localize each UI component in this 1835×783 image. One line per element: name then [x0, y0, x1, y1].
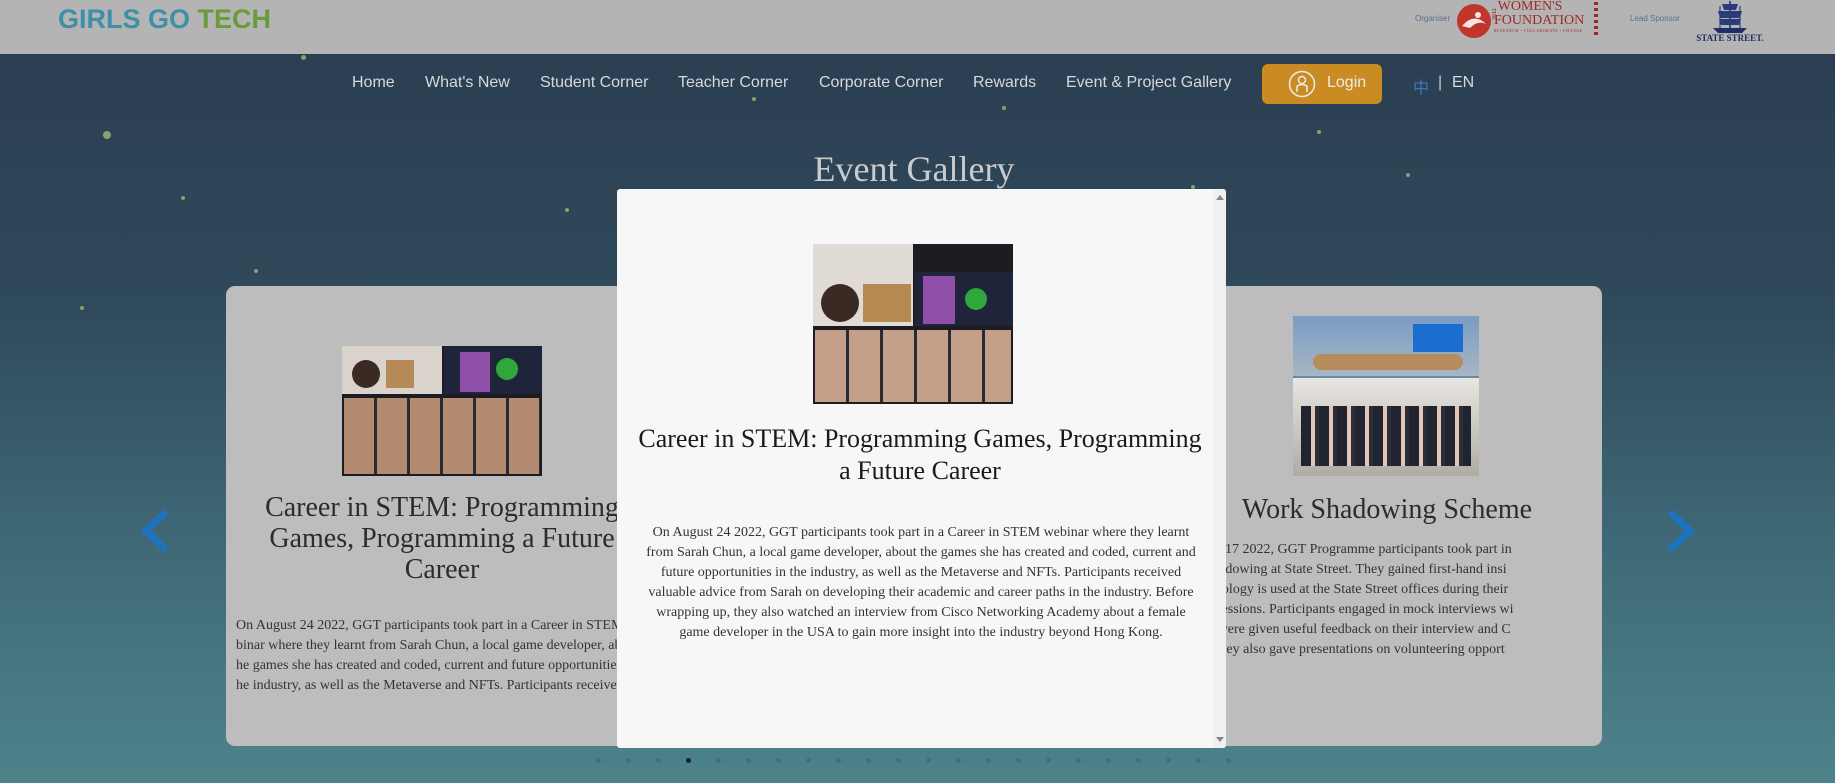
scroll-down-arrow-icon[interactable] [1216, 737, 1224, 742]
pagination-dot[interactable] [1196, 758, 1201, 763]
card-text-line: y work shadowing at State Street. They g… [1164, 562, 1507, 577]
pagination-dot[interactable] [956, 758, 961, 763]
event-photo [342, 346, 542, 476]
decor-star [565, 208, 569, 212]
pagination-dot[interactable] [596, 758, 601, 763]
pagination-dot[interactable] [1076, 758, 1081, 763]
nav-event-project-gallery[interactable]: Event & Project Gallery [1066, 74, 1231, 92]
pagination-dot[interactable] [986, 758, 991, 763]
scroll-up-arrow-icon[interactable] [1216, 195, 1224, 200]
pagination-dot[interactable] [836, 758, 841, 763]
card-text-line: how technology is used at the State Stre… [1164, 582, 1509, 597]
womens-foundation-logo[interactable]: THE WOMEN'S FOUNDATION RESEARCH • COLLAB… [1456, 0, 1606, 44]
card-text-line: ust 16 and 17 2022, GGT Programme partic… [1164, 542, 1512, 557]
modal-description: On August 24 2022, GGT participants took… [646, 525, 1196, 640]
card-title: Career in STEM: Programming Games, Progr… [265, 492, 619, 585]
organiser-tagline: RESEARCH • COLLABORATE • CHANGE [1494, 28, 1583, 33]
pagination-dot[interactable] [896, 758, 901, 763]
lang-english-link[interactable]: EN [1452, 74, 1474, 92]
logo-text-suffix: TECH [197, 4, 272, 34]
organiser-label: Organiser [1415, 14, 1451, 23]
nav-student-corner[interactable]: Student Corner [540, 74, 649, 92]
pagination-dot[interactable] [1016, 758, 1021, 763]
nav-rewards[interactable]: Rewards [973, 74, 1036, 92]
decor-star [1317, 130, 1321, 134]
top-header: GIRLS GO TECH Organiser THE WOMEN'S FOUN… [0, 0, 1835, 54]
gallery-card[interactable]: Work Shadowing Scheme ust 16 and 17 2022… [1164, 286, 1602, 746]
lang-chinese-link[interactable]: 中 [1413, 74, 1429, 98]
pagination-dot[interactable] [716, 758, 721, 763]
card-title: Work Shadowing Scheme [1241, 494, 1533, 525]
chevron-right-icon[interactable] [1660, 508, 1700, 554]
organiser-name-line2: WOMEN'S [1497, 0, 1563, 14]
card-text-line: l sharing sessions. Participants engaged… [1164, 602, 1514, 617]
pagination-dot[interactable] [776, 758, 781, 763]
modal-scrollbar[interactable] [1214, 189, 1226, 748]
womens-foundation-emblem-icon [1457, 4, 1491, 38]
decor-star [254, 269, 258, 273]
event-photo [1293, 316, 1479, 476]
pagination-dot[interactable] [1046, 758, 1051, 763]
nav-teacher-corner[interactable]: Teacher Corner [678, 74, 788, 92]
pagination-dot[interactable] [1226, 758, 1231, 763]
user-lock-icon [1288, 70, 1316, 98]
login-label: Login [1327, 74, 1367, 91]
pagination-dot[interactable] [1106, 758, 1111, 763]
organiser-name-line3: FOUNDATION [1494, 13, 1585, 28]
pagination-dot[interactable] [656, 758, 661, 763]
card-text-line: teers and were given useful feedback on … [1164, 622, 1511, 637]
state-street-logo[interactable]: STATE STREET. [1694, 0, 1766, 46]
site-logo[interactable]: GIRLS GO TECH [58, 4, 271, 35]
card-text-line: g skills. They also gave presentations o… [1164, 642, 1505, 657]
sponsor-name: STATE STREET. [1696, 33, 1764, 43]
ship-icon [1713, 1, 1747, 33]
decor-star [103, 131, 111, 139]
pagination-dot[interactable] [626, 758, 631, 763]
card-description: ust 16 and 17 2022, GGT Programme partic… [1164, 540, 1600, 660]
pagination-dot[interactable] [1166, 758, 1171, 763]
decor-star [181, 196, 185, 200]
nav-whats-new[interactable]: What's New [425, 74, 510, 92]
modal-title: Career in STEM: Programming Games, Progr… [638, 424, 1202, 485]
pagination-dot[interactable] [806, 758, 811, 763]
pagination-dot[interactable] [746, 758, 751, 763]
modal-event-photo [813, 244, 1013, 404]
pagination-dot[interactable] [926, 758, 931, 763]
pagination-dot[interactable] [866, 758, 871, 763]
organiser-name-line1: THE [1490, 8, 1496, 20]
chinese-name-vertical [1594, 2, 1598, 36]
nav-home[interactable]: Home [352, 74, 395, 92]
event-detail-modal[interactable]: Career in STEM: Programming Games, Progr… [617, 189, 1226, 748]
sponsor-label: Lead Sponsor [1630, 14, 1680, 23]
logo-text-prefix: GIRLS GO [58, 4, 198, 34]
chevron-left-icon[interactable] [136, 508, 176, 554]
main-navigation: Home What's New Student Corner Teacher C… [0, 54, 1835, 114]
lang-separator: | [1438, 74, 1443, 91]
decor-star [80, 306, 84, 310]
gallery-title: Event Gallery [813, 149, 1015, 189]
login-button[interactable]: Login [1262, 64, 1382, 104]
pagination-dot[interactable] [686, 758, 691, 763]
pagination-dot[interactable] [1136, 758, 1141, 763]
nav-corporate-corner[interactable]: Corporate Corner [819, 74, 944, 92]
